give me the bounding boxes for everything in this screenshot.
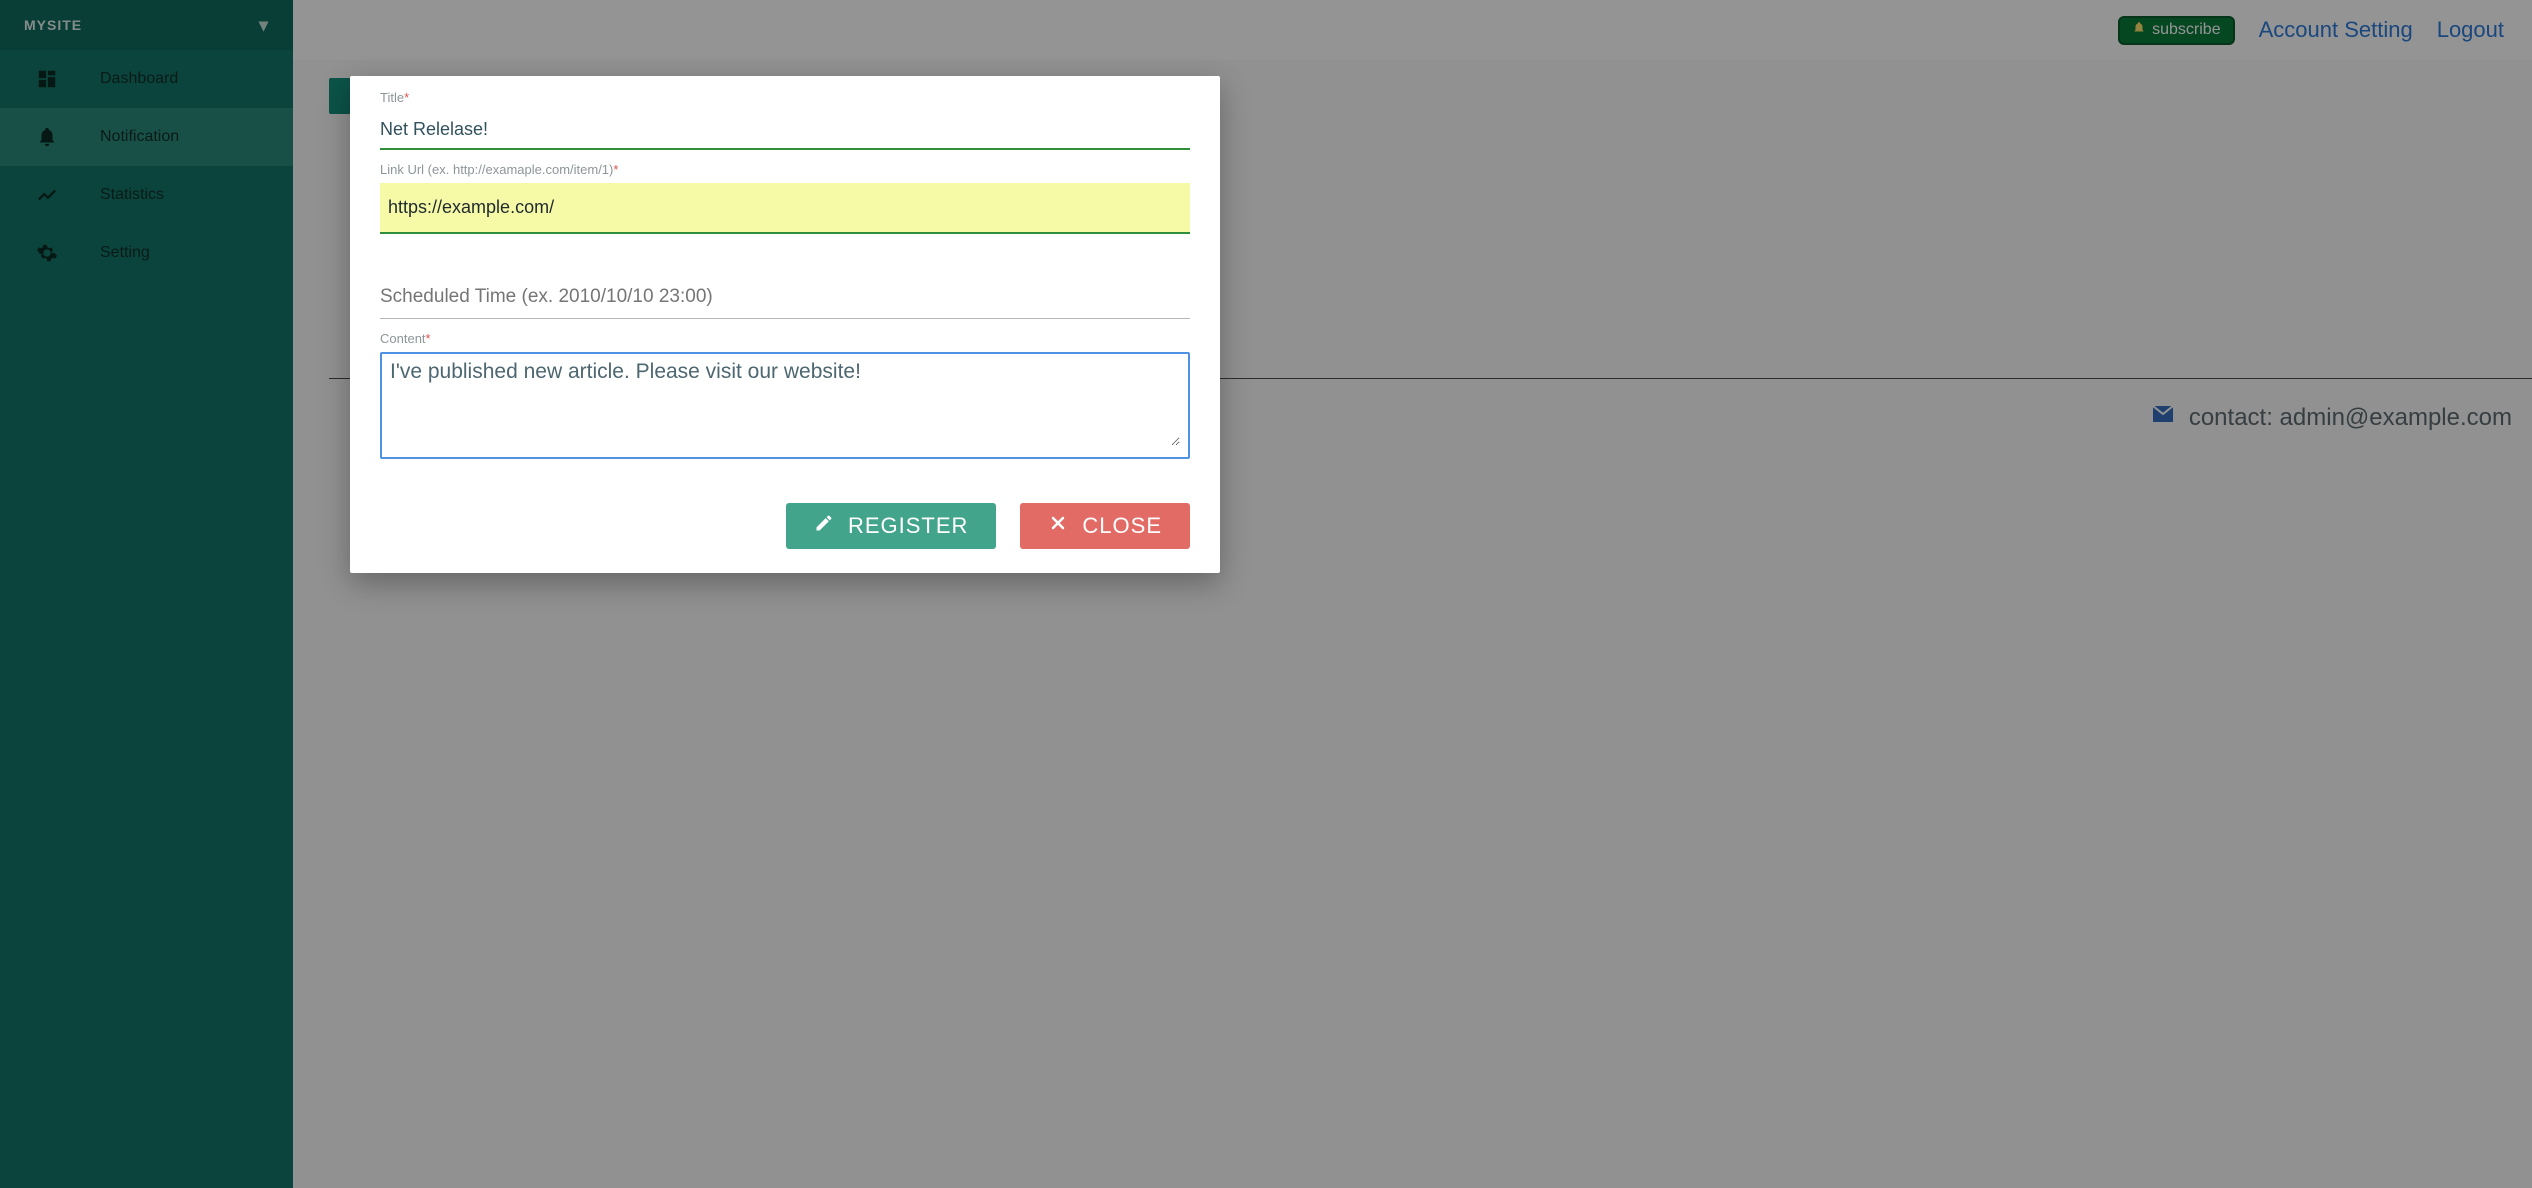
pencil-icon: [814, 513, 834, 539]
link-url-input[interactable]: [380, 183, 1190, 234]
link-url-label: Link Url (ex. http://examaple.com/item/1…: [380, 162, 1190, 177]
close-icon: [1048, 513, 1068, 539]
close-label: CLOSE: [1082, 513, 1162, 539]
scheduled-time-input[interactable]: [380, 276, 1190, 319]
content-textarea[interactable]: [390, 360, 1180, 446]
title-label: Title*: [380, 90, 1190, 105]
content-label: Content*: [380, 331, 1190, 346]
content-textarea-wrap: [380, 352, 1190, 459]
notification-form-modal: Title* Link Url (ex. http://examaple.com…: [350, 76, 1220, 573]
register-label: REGISTER: [848, 513, 968, 539]
register-button[interactable]: REGISTER: [786, 503, 996, 549]
title-input[interactable]: [380, 111, 1190, 150]
close-button[interactable]: CLOSE: [1020, 503, 1190, 549]
